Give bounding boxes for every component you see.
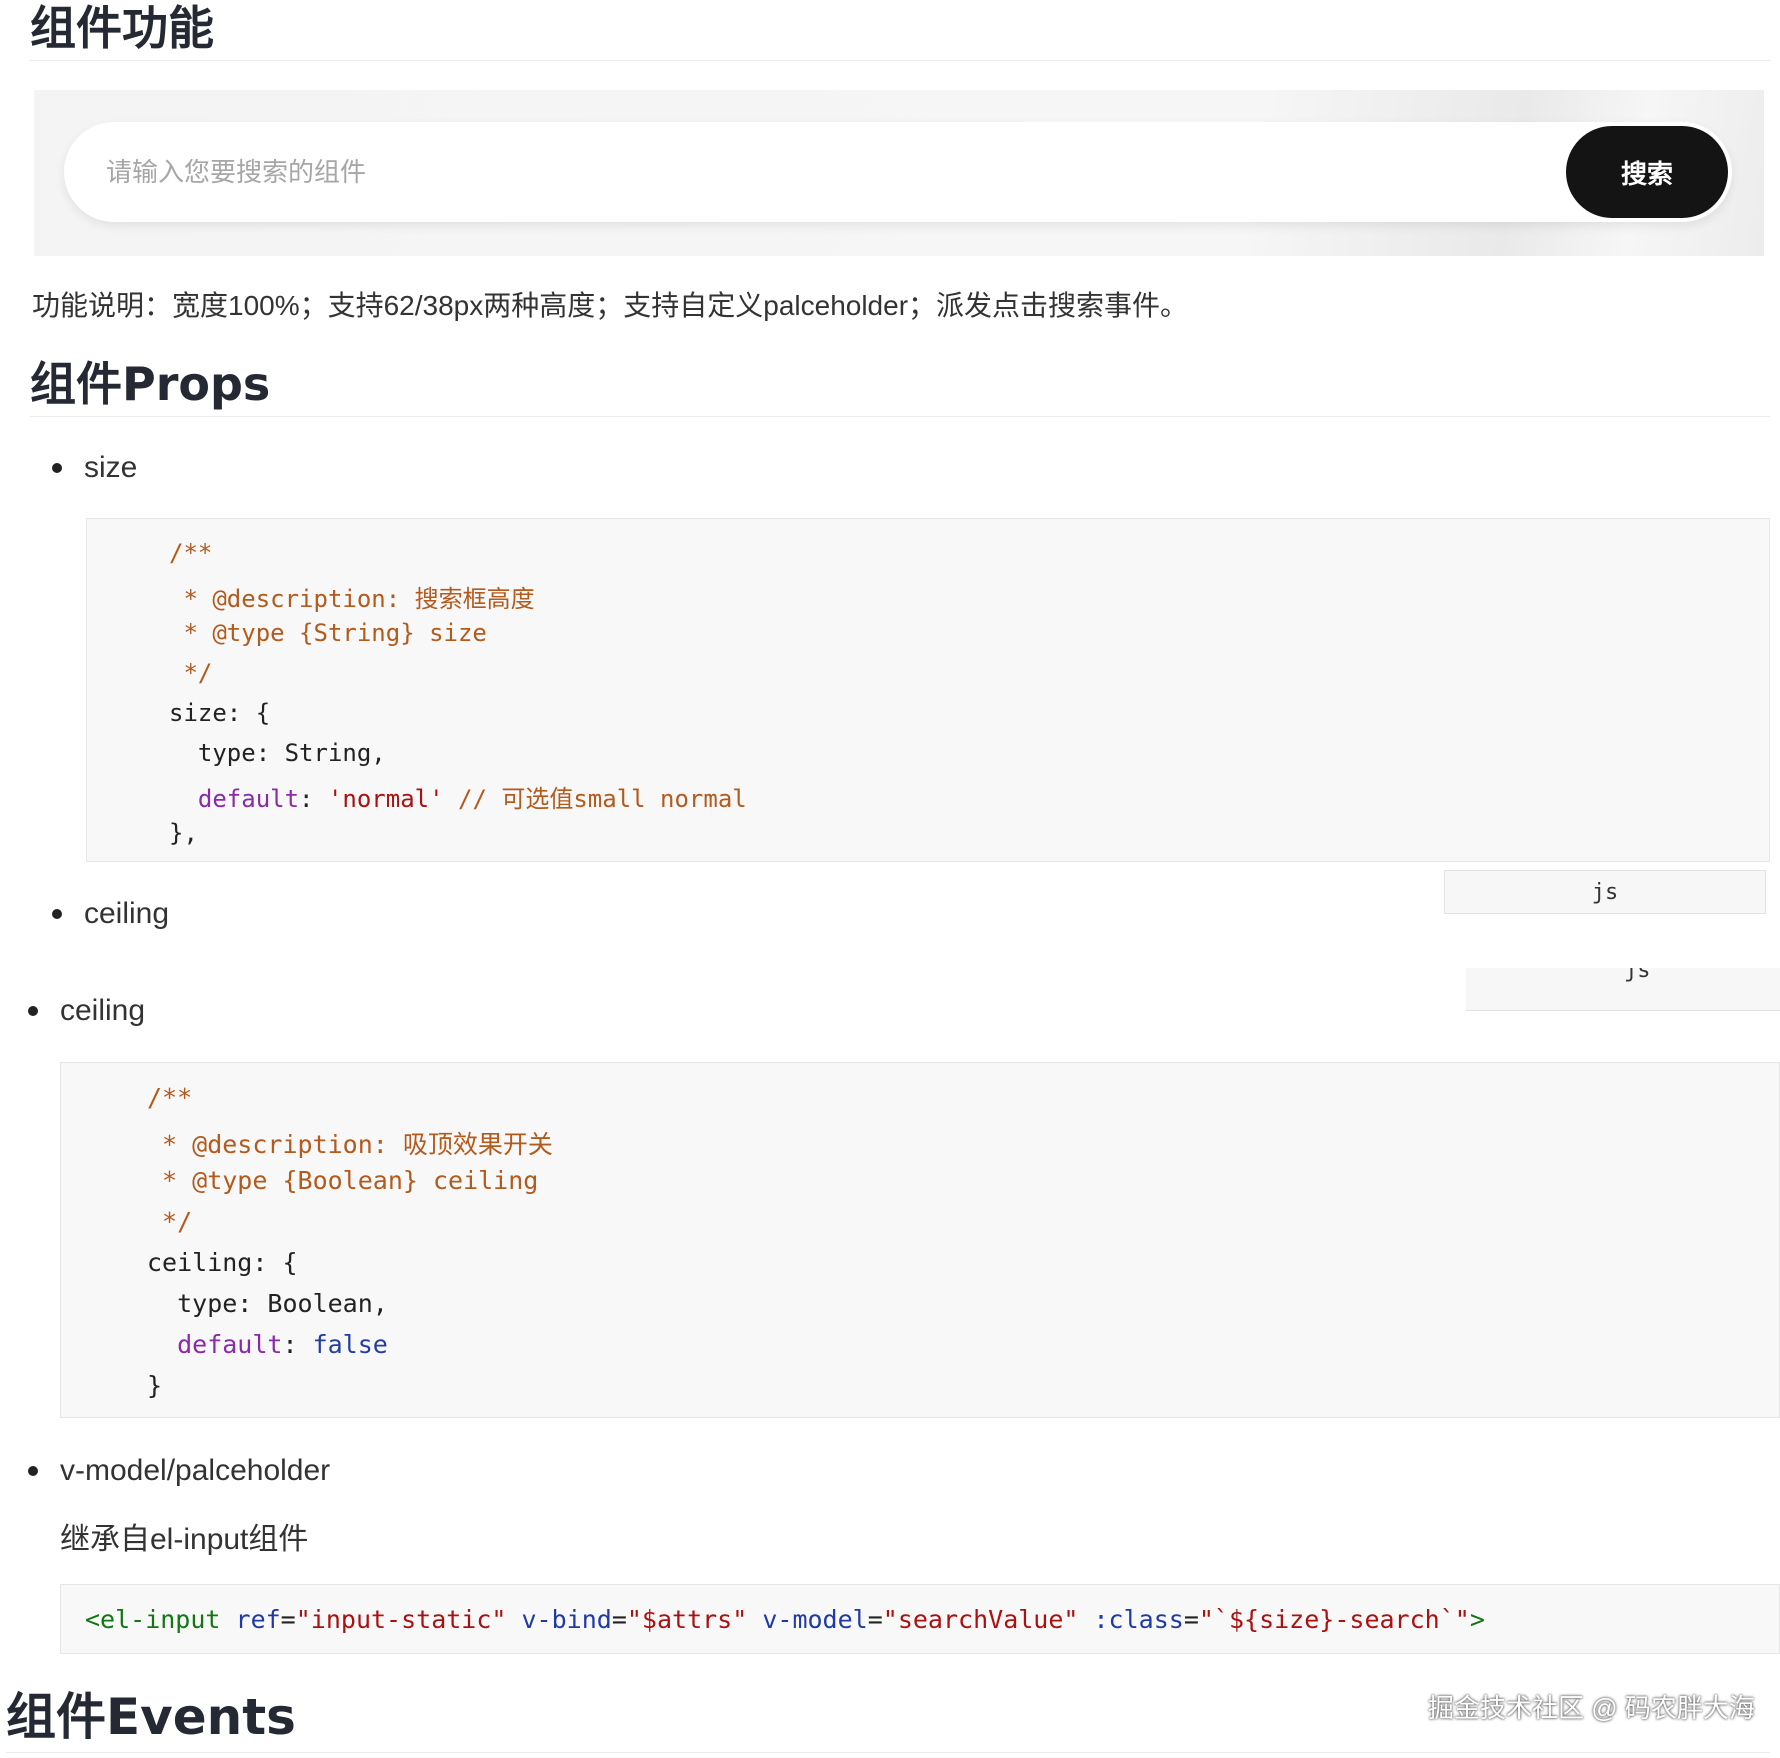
code-line: /** (147, 1083, 193, 1112)
vmodel-description: 继承自el-input组件 (60, 1523, 309, 1556)
code-line: } (147, 1371, 163, 1400)
code-comment: // 可选值small normal (443, 785, 747, 813)
code-attr: :class (1078, 1605, 1184, 1634)
code-punct: : (282, 1330, 313, 1359)
code-lang-label: js (1624, 968, 1651, 983)
bullet-dot (52, 909, 62, 919)
code-keyword: default (147, 1330, 283, 1359)
search-button[interactable]: 搜索 (1566, 126, 1728, 218)
code-block-ceiling: /** * @description: 吸顶效果开关 * @type {Bool… (60, 1062, 1780, 1418)
code-line: default: false (147, 1330, 388, 1359)
code-tag: > (1469, 1605, 1485, 1634)
code-punct: = (867, 1605, 883, 1634)
code-line: * @type {String} size (169, 619, 487, 647)
search-button-label: 搜索 (1620, 158, 1673, 189)
code-block-vmodel: <el-input ref="input-static" v-bind="$at… (60, 1584, 1780, 1654)
list-item-label: size (84, 451, 138, 484)
code-string: "`${size}-search`" (1198, 1605, 1470, 1634)
search-input-placeholder: 请输入您要搜索的组件 (106, 157, 367, 187)
code-attr: v-model (747, 1605, 868, 1634)
code-line: default: 'normal' // 可选值small normal (169, 779, 747, 814)
search-demo-panel: 请输入您要搜索的组件 搜索 (34, 90, 1764, 256)
code-attr: v-bind (506, 1605, 612, 1634)
code-punct: : (299, 785, 328, 813)
bullet-dot (28, 1466, 38, 1476)
list-item-label: ceiling (60, 994, 146, 1027)
code-string: "searchValue" (882, 1605, 1079, 1634)
code-line: }, (169, 819, 198, 847)
code-lang-badge[interactable]: js (1444, 870, 1766, 914)
list-item-ceiling-ghost: ceiling (52, 894, 169, 934)
code-punct: = (611, 1605, 627, 1634)
code-line: * @description: 搜索框高度 (169, 585, 535, 613)
code-line: ceiling: { (147, 1248, 298, 1277)
code-keyword: default (169, 785, 300, 813)
code-line: * @description: 吸顶效果开关 (147, 1130, 553, 1159)
bullet-dot (28, 1006, 38, 1016)
code-line: <el-input ref="input-static" v-bind="$at… (85, 1605, 1485, 1634)
code-lang-badge-ghost: js (1466, 968, 1780, 1011)
list-item-ceiling: ceiling (28, 990, 145, 1032)
search-input-box[interactable]: 请输入您要搜索的组件 搜索 (64, 122, 1732, 222)
list-item-label: ceiling (84, 897, 170, 930)
code-tag: <el-input (85, 1605, 236, 1634)
code-line: type: Boolean, (147, 1289, 388, 1318)
code-lang-label: js (1591, 879, 1619, 905)
code-line: type: String, (169, 739, 386, 767)
code-attr: ref (235, 1605, 281, 1634)
code-line: /** (169, 539, 213, 567)
code-line: * @type {Boolean} ceiling (147, 1166, 539, 1195)
watermark: 掘金技术社区 @ 码农胖大海 (1428, 1693, 1755, 1723)
list-item-vmodel: v-model/palceholder (28, 1450, 330, 1492)
code-line: */ (147, 1207, 193, 1236)
code-line: size: { (169, 699, 271, 727)
code-string: "input-static" (295, 1605, 507, 1634)
list-item-label: v-model/palceholder (60, 1454, 331, 1487)
function-description: 功能说明：宽度100%；支持62/38px两种高度；支持自定义palcehold… (32, 290, 1189, 321)
code-block-size: /** * @description: 搜索框高度 * @type {Strin… (86, 518, 1770, 862)
code-string: 'normal' (327, 785, 444, 813)
code-punct: = (1183, 1605, 1199, 1634)
code-string: "$attrs" (626, 1605, 748, 1634)
code-literal: false (312, 1330, 388, 1359)
list-item-size: size (52, 448, 137, 488)
heading-component-props: 组件Props (30, 356, 1770, 417)
code-line: */ (169, 659, 213, 687)
heading-component-function: 组件功能 (30, 0, 1770, 61)
bullet-dot (52, 463, 62, 473)
code-punct: = (280, 1605, 296, 1634)
